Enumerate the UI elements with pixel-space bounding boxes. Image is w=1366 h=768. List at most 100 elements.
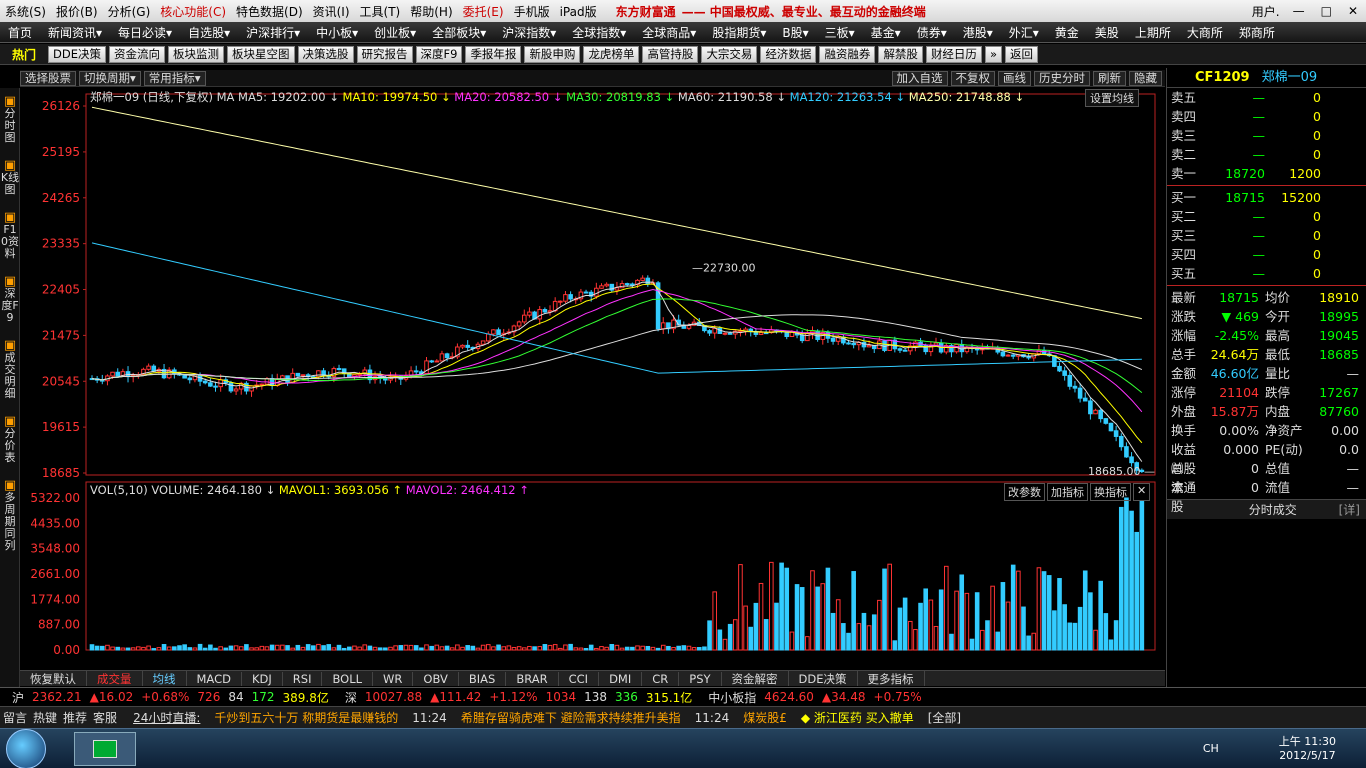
news-link-2[interactable]: 推荐 bbox=[60, 709, 90, 726]
menu-item-0[interactable]: 系统(S) bbox=[0, 3, 51, 20]
tab-right-4[interactable]: 刷新 bbox=[1093, 70, 1126, 86]
nav-item-14[interactable]: 基金▾ bbox=[863, 24, 909, 41]
nav-item-10[interactable]: 全球商品▾ bbox=[634, 24, 704, 41]
nav-item-20[interactable]: 上期所 bbox=[1127, 24, 1179, 41]
indicator-tab-5[interactable]: RSI bbox=[283, 671, 323, 686]
indicator-tab-9[interactable]: BIAS bbox=[459, 671, 507, 686]
lang-indicator[interactable]: CH bbox=[1203, 742, 1279, 755]
nav-item-16[interactable]: 港股▾ bbox=[955, 24, 1001, 41]
kline-chart[interactable]: 26126 25195 24265 23335 22405 21475 20545 19615… bbox=[20, 88, 1165, 654]
indicator-tab-14[interactable]: PSY bbox=[679, 671, 722, 686]
app-thumbnail[interactable] bbox=[74, 731, 136, 766]
toolbar-button-16[interactable]: » bbox=[984, 45, 1002, 63]
nav-item-8[interactable]: 沪深指数▾ bbox=[494, 24, 564, 41]
vol-button-3[interactable]: ✕ bbox=[1133, 483, 1151, 501]
toolbar-button-0[interactable]: DDE决策 bbox=[48, 45, 106, 63]
side-item-5[interactable]: ▣ 分价表 bbox=[0, 415, 20, 464]
vol-button-1[interactable]: 加指标 bbox=[1047, 483, 1088, 501]
news-headline-3[interactable]: 11:24 bbox=[692, 711, 733, 725]
indicator-tab-17[interactable]: 更多指标 bbox=[858, 671, 925, 686]
toolbar-button-7[interactable]: 季报年报 bbox=[465, 45, 522, 63]
menu-item-2[interactable]: 分析(G) bbox=[103, 3, 156, 20]
menu-item-3[interactable]: 核心功能(C) bbox=[155, 3, 231, 20]
toolbar-button-17[interactable]: 返回 bbox=[1004, 45, 1038, 63]
close-icon[interactable]: ✕ bbox=[1340, 4, 1366, 18]
tab-right-2[interactable]: 画线 bbox=[998, 70, 1031, 86]
indicator-tab-13[interactable]: CR bbox=[642, 671, 680, 686]
toolbar-button-12[interactable]: 经济数据 bbox=[760, 45, 817, 63]
menu-item-10[interactable]: iPad版 bbox=[555, 3, 602, 20]
toolbar-button-11[interactable]: 大宗交易 bbox=[701, 45, 758, 63]
tab-right-0[interactable]: 加入自选 bbox=[891, 70, 948, 86]
tick-more-link[interactable]: [详] bbox=[1339, 500, 1366, 519]
side-item-3[interactable]: ▣ 深度F9 bbox=[0, 275, 20, 324]
nav-item-15[interactable]: 债券▾ bbox=[909, 24, 955, 41]
menu-item-8[interactable]: 委托(E) bbox=[458, 3, 509, 20]
toolbar-button-6[interactable]: 深度F9 bbox=[415, 45, 463, 63]
nav-item-0[interactable]: 首页 bbox=[0, 24, 40, 41]
indicator-tab-2[interactable]: 均线 bbox=[143, 671, 187, 686]
toolbar-button-13[interactable]: 融资融券 bbox=[819, 45, 876, 63]
toolbar-button-5[interactable]: 研究报告 bbox=[356, 45, 413, 63]
toolbar-button-10[interactable]: 高管持股 bbox=[642, 45, 699, 63]
indicator-tab-12[interactable]: DMI bbox=[599, 671, 643, 686]
nav-item-13[interactable]: 三板▾ bbox=[817, 24, 863, 41]
tab-left-1[interactable]: 切换周期▾ bbox=[79, 70, 141, 86]
tab-left-2[interactable]: 常用指标▾ bbox=[143, 70, 206, 86]
nav-item-4[interactable]: 沪深排行▾ bbox=[238, 24, 308, 41]
menu-item-1[interactable]: 报价(B) bbox=[51, 3, 103, 20]
tab-right-1[interactable]: 不复权 bbox=[950, 70, 995, 86]
news-headline-5[interactable]: ◆ 浙江医药 买入撤单 bbox=[798, 709, 917, 726]
start-button[interactable] bbox=[6, 729, 46, 768]
indicator-tab-4[interactable]: KDJ bbox=[242, 671, 283, 686]
menu-item-4[interactable]: 特色数据(D) bbox=[231, 3, 308, 20]
indicator-tab-7[interactable]: WR bbox=[373, 671, 414, 686]
toolbar-button-14[interactable]: 解禁股 bbox=[878, 45, 923, 63]
nav-item-21[interactable]: 大商所 bbox=[1179, 24, 1231, 41]
nav-item-22[interactable]: 郑商所 bbox=[1231, 24, 1283, 41]
side-item-1[interactable]: ▣ K线图 bbox=[0, 159, 20, 196]
menu-item-9[interactable]: 手机版 bbox=[509, 3, 555, 20]
nav-item-12[interactable]: B股▾ bbox=[774, 24, 816, 41]
news-headline-2[interactable]: 希腊存留骑虎难下 避险需求持续推升美指 bbox=[458, 709, 684, 726]
menu-item-5[interactable]: 资讯(I) bbox=[308, 3, 355, 20]
news-headline-0[interactable]: 千炒到五六十万 称期货是最赚钱的 bbox=[211, 709, 401, 726]
nav-item-7[interactable]: 全部板块▾ bbox=[424, 24, 494, 41]
nav-item-17[interactable]: 外汇▾ bbox=[1001, 24, 1047, 41]
side-item-2[interactable]: ▣ F10资料 bbox=[0, 211, 20, 260]
nav-item-18[interactable]: 黄金 bbox=[1047, 24, 1087, 41]
indicator-tab-3[interactable]: MACD bbox=[187, 671, 242, 686]
side-item-6[interactable]: ▣ 多周期同列 bbox=[0, 479, 20, 552]
side-item-0[interactable]: ▣ 分时图 bbox=[0, 95, 20, 144]
nav-item-6[interactable]: 创业板▾ bbox=[366, 24, 424, 41]
news-headline-6[interactable]: [全部] bbox=[925, 709, 964, 726]
minimize-icon[interactable]: — bbox=[1285, 4, 1313, 18]
maximize-icon[interactable]: □ bbox=[1313, 4, 1340, 18]
toolbar-button-4[interactable]: 决策选股 bbox=[297, 45, 354, 63]
news-link-3[interactable]: 客服 bbox=[90, 709, 120, 726]
toolbar-button-8[interactable]: 新股申购 bbox=[524, 45, 581, 63]
toolbar-button-1[interactable]: 资金流向 bbox=[109, 45, 165, 63]
indicator-tab-11[interactable]: CCI bbox=[559, 671, 600, 686]
news-link-1[interactable]: 热键 bbox=[30, 709, 60, 726]
toolbar-button-9[interactable]: 龙虎榜单 bbox=[583, 45, 640, 63]
toolbar-button-3[interactable]: 板块星空图 bbox=[227, 45, 295, 63]
tab-left-0[interactable]: 选择股票 bbox=[20, 70, 76, 86]
vol-button-0[interactable]: 改参数 bbox=[1004, 483, 1045, 501]
indicator-tab-16[interactable]: DDE决策 bbox=[789, 671, 858, 686]
nav-item-3[interactable]: 自选股▾ bbox=[180, 24, 238, 41]
side-item-4[interactable]: ▣ 成交明细 bbox=[0, 339, 20, 400]
nav-item-11[interactable]: 股指期货▾ bbox=[704, 24, 774, 41]
nav-item-1[interactable]: 新闻资讯▾ bbox=[40, 24, 110, 41]
indicator-tab-0[interactable]: 恢复默认 bbox=[20, 671, 87, 686]
indicator-tab-6[interactable]: BOLL bbox=[322, 671, 374, 686]
nav-item-19[interactable]: 美股 bbox=[1087, 24, 1127, 41]
tab-right-3[interactable]: 历史分时 bbox=[1034, 70, 1090, 86]
indicator-tab-8[interactable]: OBV bbox=[413, 671, 459, 686]
user-label[interactable]: 用户. bbox=[1247, 3, 1285, 20]
toolbar-button-2[interactable]: 板块监测 bbox=[168, 45, 224, 63]
news-headline-1[interactable]: 11:24 bbox=[409, 711, 450, 725]
nav-item-5[interactable]: 中小板▾ bbox=[308, 24, 366, 41]
menu-item-6[interactable]: 工具(T) bbox=[355, 3, 406, 20]
ma-setting-button[interactable]: 设置均线 bbox=[1085, 89, 1139, 107]
